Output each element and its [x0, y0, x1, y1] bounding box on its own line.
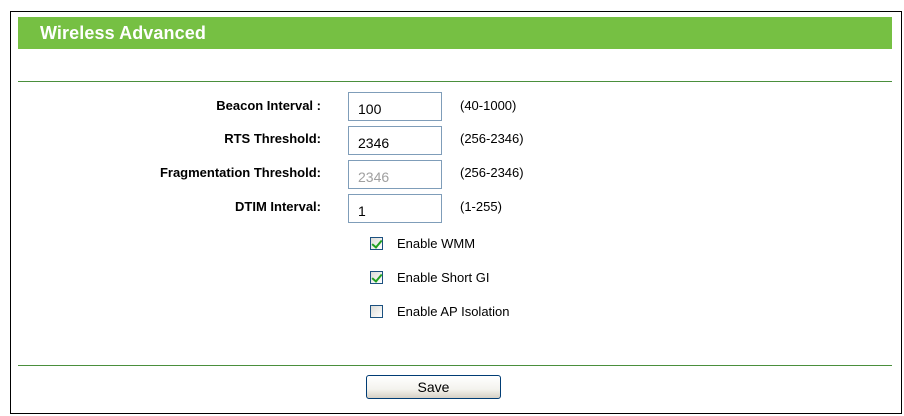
bottom-divider — [18, 365, 892, 366]
top-divider — [18, 81, 892, 82]
enable-short-gi-checkbox[interactable] — [370, 270, 383, 284]
dtim-interval-input[interactable] — [348, 194, 442, 223]
fragmentation-threshold-input — [348, 160, 442, 189]
rts-threshold-label: RTS Threshold: — [224, 131, 321, 146]
rts-threshold-input[interactable] — [348, 126, 442, 155]
enable-ap-isolation-option[interactable]: Enable AP Isolation — [370, 302, 510, 320]
fragmentation-threshold-range: (256-2346) — [460, 165, 524, 180]
enable-ap-isolation-label: Enable AP Isolation — [397, 303, 510, 319]
enable-short-gi-label: Enable Short GI — [397, 269, 490, 285]
wireless-advanced-panel: Wireless Advanced Beacon Interval : (40-… — [10, 11, 902, 414]
dtim-interval-label: DTIM Interval: — [235, 199, 321, 214]
enable-wmm-option[interactable]: Enable WMM — [370, 234, 475, 252]
fragmentation-threshold-label: Fragmentation Threshold: — [159, 165, 321, 180]
enable-ap-isolation-checkbox[interactable] — [370, 304, 383, 318]
save-button[interactable]: Save — [366, 375, 501, 399]
beacon-interval-input[interactable] — [348, 92, 442, 121]
page-title: Wireless Advanced — [40, 22, 206, 43]
header-bar: Wireless Advanced — [18, 17, 892, 49]
dtim-interval-range: (1-255) — [460, 199, 502, 214]
enable-wmm-label: Enable WMM — [397, 235, 476, 251]
beacon-interval-label: Beacon Interval : — [216, 98, 321, 113]
rts-threshold-range: (256-2346) — [460, 131, 524, 146]
beacon-interval-range: (40-1000) — [460, 98, 517, 113]
enable-wmm-checkbox[interactable] — [370, 236, 383, 250]
enable-short-gi-option[interactable]: Enable Short GI — [370, 268, 490, 286]
